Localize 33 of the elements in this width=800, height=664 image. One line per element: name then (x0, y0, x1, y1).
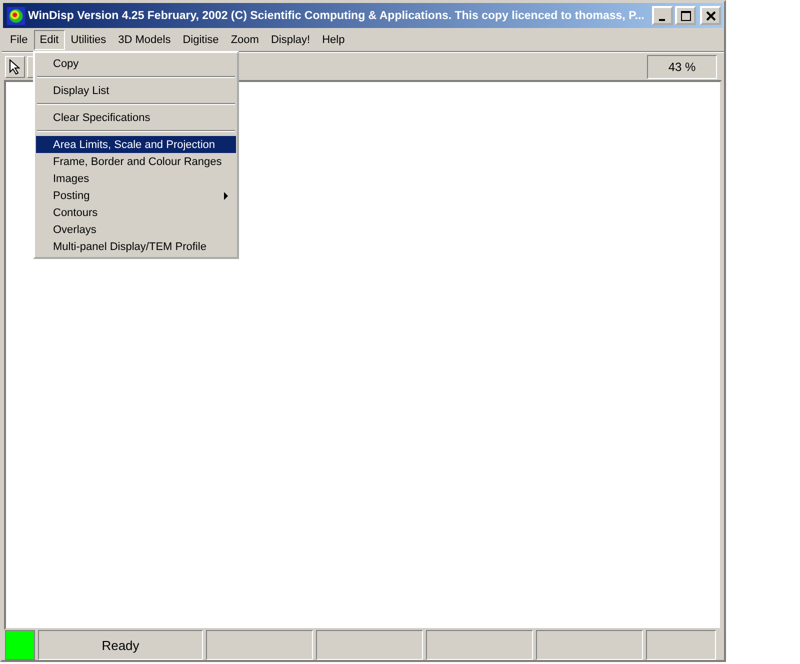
maximize-icon (680, 10, 690, 20)
minimize-button[interactable] (652, 6, 673, 25)
menu-item[interactable]: Help (316, 30, 351, 50)
menu-item[interactable]: Copy (36, 55, 236, 72)
menu-item[interactable]: File (4, 30, 34, 50)
menu-item[interactable]: Display! (264, 30, 316, 50)
menu-item[interactable]: Posting (36, 187, 236, 204)
menu-item[interactable]: Overlays (36, 221, 236, 238)
menu-item[interactable]: Contours (36, 204, 236, 221)
menu-item[interactable]: Multi-panel Display/TEM Profile (36, 238, 236, 255)
close-icon (706, 10, 716, 20)
minimize-icon (658, 18, 664, 20)
submenu-arrow-icon (224, 192, 228, 200)
menu-item[interactable]: Display List (36, 82, 236, 99)
menu-item[interactable]: Frame, Border and Colour Ranges (36, 153, 236, 170)
menu-item[interactable]: Area Limits, Scale and Projection (36, 136, 236, 153)
menu-item[interactable]: Edit (34, 30, 65, 50)
menu-item[interactable]: 3D Models (112, 30, 177, 50)
maximize-button[interactable] (675, 6, 696, 25)
menu-item[interactable]: Zoom (224, 30, 265, 50)
arrow-icon (9, 58, 21, 74)
menu-item[interactable]: Clear Specifications (36, 109, 236, 126)
close-button[interactable] (700, 6, 721, 25)
status-panel (646, 630, 716, 660)
app-icon (7, 6, 25, 24)
status-indicator (5, 630, 35, 660)
pointer-tool-button[interactable] (5, 56, 25, 78)
zoom-level: 43 % (647, 54, 717, 78)
menu-item[interactable]: Images (36, 170, 236, 187)
menu-item[interactable]: Digitise (176, 30, 225, 50)
status-text: Ready (38, 630, 203, 660)
menu-item[interactable]: Utilities (64, 30, 112, 50)
window-title: WinDisp Version 4.25 February, 2002 (C) Scientific Computing & Applications. This copy licenced to thomass, P... (28, 10, 646, 22)
